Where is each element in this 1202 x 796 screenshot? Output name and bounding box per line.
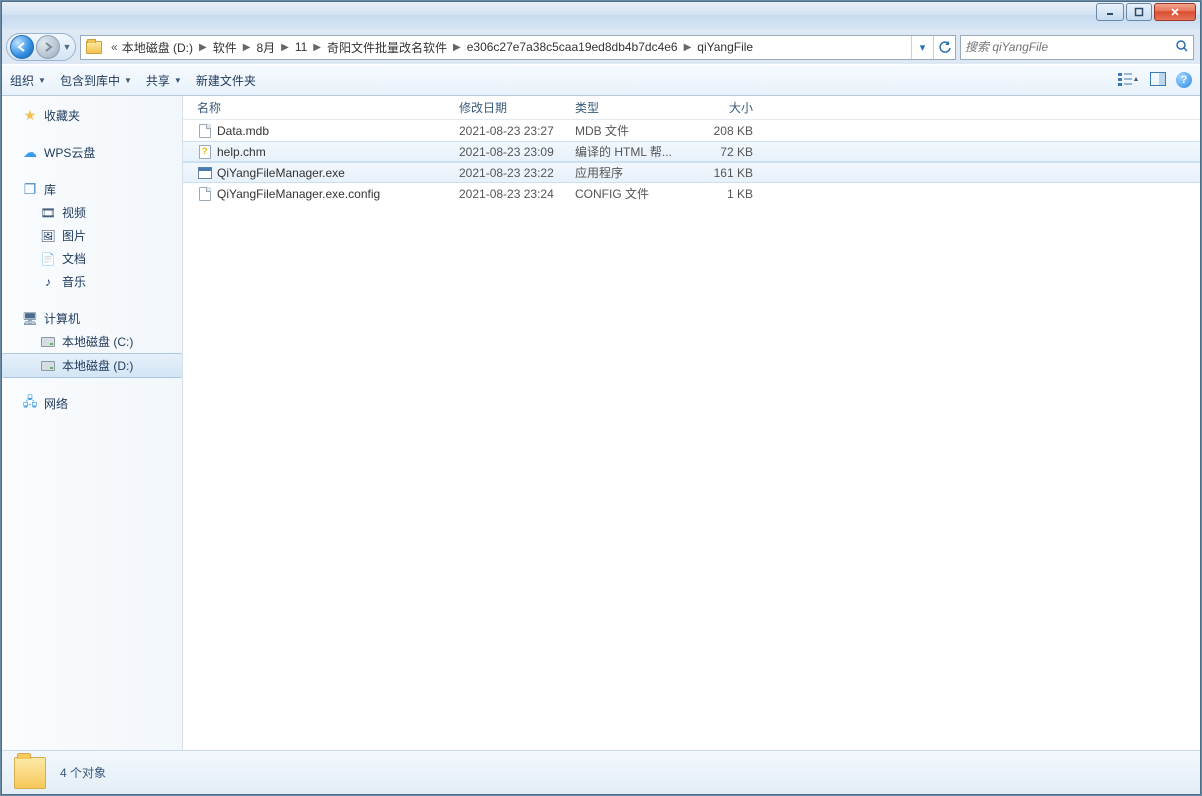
col-header-size[interactable]: 大小 bbox=[689, 99, 759, 116]
forward-button[interactable] bbox=[36, 35, 60, 59]
chevron-right-icon[interactable]: ▶ bbox=[451, 42, 463, 53]
file-row[interactable]: help.chm 2021-08-23 23:09 编译的 HTML 帮... … bbox=[183, 141, 1200, 162]
folder-icon bbox=[84, 37, 104, 57]
music-icon: ♪ bbox=[40, 274, 56, 290]
computer-icon: 🖥 bbox=[22, 311, 38, 327]
search-input[interactable] bbox=[965, 40, 1175, 54]
file-list-pane: 名称 修改日期 类型 大小 Data.mdb 2021-08-23 23:27 … bbox=[183, 96, 1200, 750]
search-icon[interactable] bbox=[1175, 39, 1189, 56]
explorer-window: ▼ « 本地磁盘 (D:)▶ 软件▶ 8月▶ 11▶ 奇阳文件批量改名软件▶ e… bbox=[1, 1, 1201, 795]
breadcrumb-item[interactable]: qiYangFile bbox=[693, 40, 757, 54]
file-icon bbox=[197, 123, 213, 139]
breadcrumb-item[interactable]: 本地磁盘 (D:) bbox=[118, 39, 197, 56]
video-icon: 🎞 bbox=[40, 205, 56, 221]
preview-pane-button[interactable] bbox=[1150, 72, 1166, 89]
sidebar-favorites[interactable]: ★收藏夹 bbox=[2, 104, 182, 127]
sidebar-item-music[interactable]: ♪音乐 bbox=[2, 270, 182, 293]
share-button[interactable]: 共享▼ bbox=[146, 72, 182, 89]
exe-icon bbox=[197, 165, 213, 181]
nav-buttons: ▼ bbox=[6, 33, 76, 61]
file-row[interactable]: Data.mdb 2021-08-23 23:27 MDB 文件 208 KB bbox=[183, 120, 1200, 141]
folder-icon bbox=[14, 757, 46, 789]
breadcrumb-item[interactable]: 8月 bbox=[252, 39, 279, 56]
new-folder-button[interactable]: 新建文件夹 bbox=[196, 72, 256, 89]
breadcrumb: « 本地磁盘 (D:)▶ 软件▶ 8月▶ 11▶ 奇阳文件批量改名软件▶ e30… bbox=[107, 39, 911, 56]
maximize-button[interactable] bbox=[1126, 3, 1152, 21]
address-dropdown[interactable]: ▾ bbox=[911, 36, 933, 59]
organize-button[interactable]: 组织▼ bbox=[10, 72, 46, 89]
col-header-name[interactable]: 名称 bbox=[191, 99, 453, 116]
breadcrumb-item[interactable]: 奇阳文件批量改名软件 bbox=[323, 39, 451, 56]
chevron-right-icon[interactable]: ▶ bbox=[197, 42, 209, 53]
toolbar: 组织▼ 包含到库中▼ 共享▼ 新建文件夹 ? bbox=[2, 64, 1200, 96]
chevron-right-icon[interactable]: ▶ bbox=[279, 42, 291, 53]
main-area: ★收藏夹 ☁WPS云盘 ❐库 🎞视频 🖼图片 📄文档 ♪音乐 🖥计算机 本地磁盘… bbox=[2, 96, 1200, 750]
network-icon: 🖧 bbox=[22, 396, 38, 412]
star-icon: ★ bbox=[22, 108, 38, 124]
column-headers: 名称 修改日期 类型 大小 bbox=[183, 96, 1200, 120]
file-row[interactable]: QiYangFileManager.exe 2021-08-23 23:22 应… bbox=[183, 162, 1200, 183]
sidebar-network[interactable]: 🖧网络 bbox=[2, 392, 182, 415]
pictures-icon: 🖼 bbox=[40, 228, 56, 244]
file-icon bbox=[197, 186, 213, 202]
cloud-icon: ☁ bbox=[22, 145, 38, 161]
sidebar-computer[interactable]: 🖥计算机 bbox=[2, 307, 182, 330]
include-library-button[interactable]: 包含到库中▼ bbox=[60, 72, 132, 89]
col-header-date[interactable]: 修改日期 bbox=[453, 99, 569, 116]
view-mode-button[interactable] bbox=[1118, 72, 1140, 89]
refresh-button[interactable] bbox=[933, 36, 955, 59]
breadcrumb-overflow[interactable]: « bbox=[107, 40, 118, 54]
navigation-pane: ★收藏夹 ☁WPS云盘 ❐库 🎞视频 🖼图片 📄文档 ♪音乐 🖥计算机 本地磁盘… bbox=[2, 96, 183, 750]
back-button[interactable] bbox=[10, 35, 34, 59]
breadcrumb-item[interactable]: 软件 bbox=[209, 39, 241, 56]
chevron-down-icon: ▼ bbox=[124, 76, 132, 85]
chevron-right-icon[interactable]: ▶ bbox=[682, 42, 694, 53]
sidebar-drive-c[interactable]: 本地磁盘 (C:) bbox=[2, 330, 182, 353]
sidebar-drive-d[interactable]: 本地磁盘 (D:) bbox=[2, 353, 182, 378]
file-list: Data.mdb 2021-08-23 23:27 MDB 文件 208 KB … bbox=[183, 120, 1200, 750]
address-bar[interactable]: « 本地磁盘 (D:)▶ 软件▶ 8月▶ 11▶ 奇阳文件批量改名软件▶ e30… bbox=[80, 35, 956, 60]
status-bar: 4 个对象 bbox=[2, 750, 1200, 794]
sidebar-libraries[interactable]: ❐库 bbox=[2, 178, 182, 201]
breadcrumb-item[interactable]: e306c27e7a38c5caa19ed8db4b7dc4e6 bbox=[463, 40, 682, 54]
sidebar-item-pictures[interactable]: 🖼图片 bbox=[2, 224, 182, 247]
sidebar-wps[interactable]: ☁WPS云盘 bbox=[2, 141, 182, 164]
chevron-right-icon[interactable]: ▶ bbox=[241, 42, 253, 53]
file-row[interactable]: QiYangFileManager.exe.config 2021-08-23 … bbox=[183, 183, 1200, 204]
chm-icon bbox=[197, 144, 213, 160]
address-row: ▼ « 本地磁盘 (D:)▶ 软件▶ 8月▶ 11▶ 奇阳文件批量改名软件▶ e… bbox=[2, 30, 1200, 64]
chevron-right-icon[interactable]: ▶ bbox=[311, 42, 323, 53]
drive-icon bbox=[40, 334, 56, 350]
documents-icon: 📄 bbox=[40, 251, 56, 267]
chevron-down-icon: ▼ bbox=[38, 76, 46, 85]
col-header-type[interactable]: 类型 bbox=[569, 99, 689, 116]
search-box[interactable] bbox=[960, 35, 1194, 60]
status-text: 4 个对象 bbox=[60, 764, 106, 781]
window-controls bbox=[1096, 3, 1196, 21]
sidebar-item-documents[interactable]: 📄文档 bbox=[2, 247, 182, 270]
drive-icon bbox=[40, 358, 56, 374]
breadcrumb-item[interactable]: 11 bbox=[291, 40, 311, 54]
library-icon: ❐ bbox=[22, 182, 38, 198]
nav-history-drop[interactable]: ▼ bbox=[61, 42, 73, 52]
close-button[interactable] bbox=[1154, 3, 1196, 21]
minimize-button[interactable] bbox=[1096, 3, 1124, 21]
help-button[interactable]: ? bbox=[1176, 72, 1192, 88]
title-bar bbox=[2, 2, 1200, 30]
chevron-down-icon: ▼ bbox=[174, 76, 182, 85]
sidebar-item-video[interactable]: 🎞视频 bbox=[2, 201, 182, 224]
